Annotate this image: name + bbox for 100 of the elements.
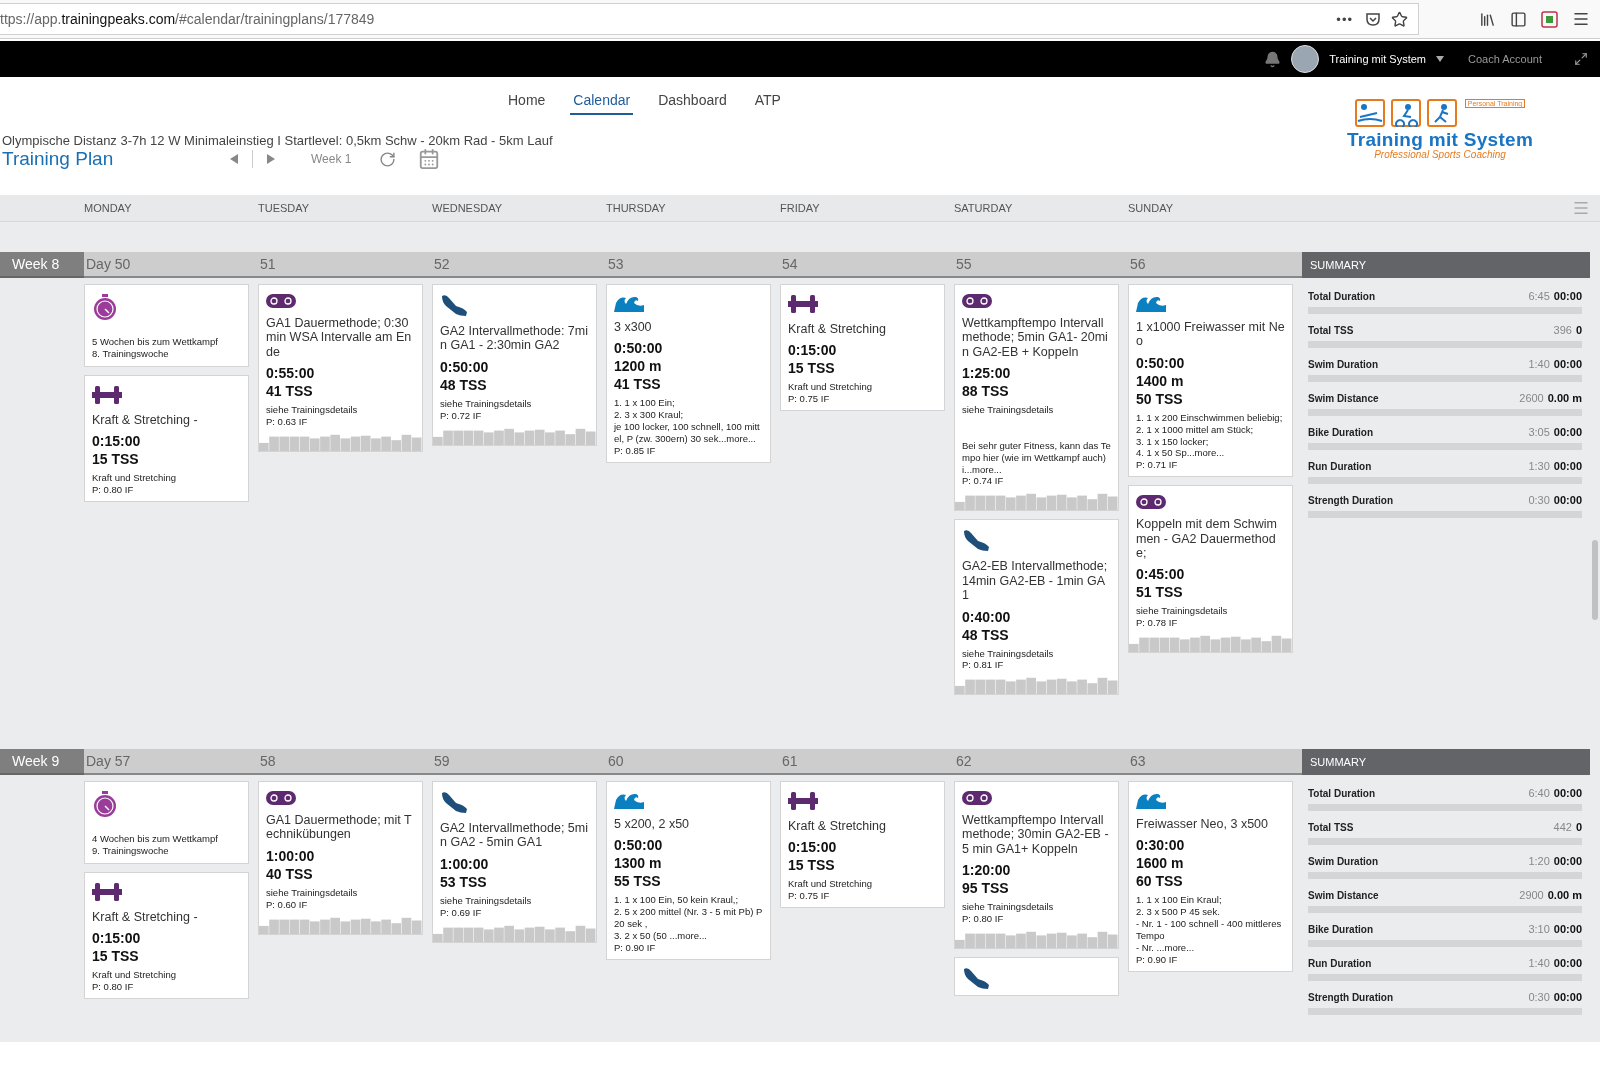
- weekday-header: SUNDAY: [1128, 202, 1175, 214]
- notification-bell-icon[interactable]: [1264, 50, 1282, 68]
- workout-tss: 55 TSS: [614, 873, 662, 890]
- account-link[interactable]: Coach Account: [1468, 53, 1542, 65]
- shoe-icon: [962, 967, 990, 989]
- sport-figure-icon: [1390, 99, 1421, 127]
- workout-tss: 50 TSS: [1136, 390, 1184, 407]
- menu-icon[interactable]: [1572, 10, 1590, 28]
- completed-value: 00:00: [1553, 787, 1582, 799]
- workout-duration: 0:50:00: [1136, 354, 1186, 371]
- workout-tss: 48 TSS: [962, 626, 1010, 643]
- shoe-icon: [962, 529, 990, 552]
- summary-label: Total TSS: [1308, 325, 1354, 336]
- user-name[interactable]: Training mit System: [1329, 53, 1426, 65]
- next-week-icon[interactable]: [267, 154, 275, 164]
- workout-description: siehe Trainingsdetails: [266, 404, 359, 416]
- nav-tab[interactable]: Calendar: [570, 92, 634, 115]
- workout-distance: 1300 m: [614, 855, 663, 872]
- dumbbell-icon: [788, 791, 818, 811]
- previous-week-icon[interactable]: [230, 154, 238, 164]
- workout-card[interactable]: Kraft & Stretching - 0:15:00 15 TSS Kraft und Stretching P: 0.80 IF: [84, 374, 249, 502]
- sport-figure-icon: [1354, 99, 1385, 127]
- workout-title: 5 x200, 2 x50: [614, 817, 691, 832]
- workout-card[interactable]: Kraft & Stretching 0:15:00 15 TSS Kraft und Stretching P: 0.75 IF: [780, 781, 945, 909]
- workout-tss: 41 TSS: [266, 383, 314, 400]
- workout-description: 1. 1 x 100 Ein Kraul; 2. 3 x 500 P 45 sek. - Nr. 1 - 100 schnell - 400 mittleres Tempo - Nr. ...more...: [1136, 894, 1283, 954]
- pocket-icon[interactable]: [1365, 11, 1381, 27]
- caret-icon[interactable]: [1436, 56, 1444, 62]
- completed-value: 0.00 m: [1547, 889, 1582, 901]
- nav-tab[interactable]: Dashboard: [655, 92, 730, 115]
- calendar-icon[interactable]: [418, 148, 441, 170]
- workout-card[interactable]: 1 x1000 Freiwasser mit Neo 0:50:00 1400 m 50 TSS 1. 1 x 200 Einschwimmen beliebig; 2. 1 x 1000 mittel am Stück; 3. 1 x 150 locker; 4. 1 x 50 Sp...more... P: 0.71 IF: [1128, 284, 1293, 478]
- completed-value: 00:00: [1553, 460, 1582, 472]
- workout-tss: 60 TSS: [1136, 873, 1184, 890]
- workout-tss: 48 TSS: [440, 376, 488, 393]
- summary-label: Total Duration: [1308, 291, 1376, 302]
- summary-title: SUMMARY: [1302, 749, 1590, 775]
- sidebar-icon[interactable]: [1510, 10, 1527, 28]
- workout-tss: 51 TSS: [1136, 584, 1184, 601]
- workout-card[interactable]: GA2 Intervallmethode: 7min GA1 - 2:30min GA2 0:50:00 48 TSS siehe Trainingsdetails P: 0.72 IF: [432, 284, 597, 446]
- completed-value: 0: [1575, 324, 1582, 336]
- workout-card[interactable]: Wettkampftempo Intervallmethode; 5min GA1- 20min GA2-EB + Koppeln 1:25:00 88 TSS siehe Trainingsdetails Bei sehr guter Fitness, kann das Tempo hier (wie im Wettkampf auch) i...more... P: 0.74 IF: [954, 284, 1119, 512]
- weekday-header: THURSDAY: [606, 202, 667, 214]
- extension-icon[interactable]: [1541, 10, 1558, 28]
- day-number: 62: [954, 749, 1128, 775]
- workout-card[interactable]: Kraft & Stretching 0:15:00 15 TSS Kraft und Stretching P: 0.75 IF: [780, 284, 945, 412]
- workout-title: Wettkampftempo Intervallmethode; 5min GA1- 20min GA2-EB + Koppeln: [962, 316, 1109, 360]
- workout-duration: 0:15:00: [92, 433, 142, 450]
- shoe-icon: [440, 791, 468, 813]
- url-field[interactable]: ttps://app.trainingpeaks.com/#calendar/trainingplans/177849 •••: [0, 3, 1419, 35]
- workout-duration: 0:15:00: [788, 342, 838, 359]
- workout-description: 1. 1 x 200 Einschwimmen beliebig; 2. 1 x 1000 mittel am Stück; 3. 1 x 150 locker; 4. 1 x 50 Sp...more...: [1136, 411, 1284, 460]
- intensity-factor: P: 0.63 IF: [266, 416, 309, 427]
- day-number: 53: [606, 252, 780, 278]
- workout-description: Kraft und Stretching: [788, 381, 873, 394]
- chain-link-icon: [266, 294, 296, 308]
- nav-tab[interactable]: ATP: [751, 92, 784, 115]
- avatar[interactable]: [1291, 45, 1320, 73]
- stopwatch-icon: [92, 791, 118, 819]
- workout-title: Freiwasser Neo, 3 x500: [1136, 817, 1269, 832]
- workout-description: siehe Trainingsdetails: [962, 647, 1055, 660]
- summary-label: Total Duration: [1308, 788, 1376, 799]
- workout-title: GA2-EB Intervallmethode; 14min GA2-EB - 1min GA1: [962, 559, 1109, 603]
- workout-duration: 0:40:00: [962, 608, 1012, 625]
- chain-link-icon: [1136, 495, 1166, 510]
- more-actions-button[interactable]: •••: [1336, 11, 1353, 27]
- event-card[interactable]: 5 Wochen bis zum Wettkampf 8. Trainingswoche: [84, 284, 249, 367]
- week-label: Week 1: [311, 152, 352, 166]
- workout-tss: 15 TSS: [92, 948, 140, 965]
- event-card[interactable]: 4 Wochen bis zum Wettkampf 9. Trainingswoche: [84, 781, 249, 864]
- workout-card[interactable]: Koppeln mit dem Schwimmen - GA2 Dauermethode; 0:45:00 51 TSS siehe Trainingsdetails P: 0.78 IF: [1128, 485, 1293, 654]
- nav-tab[interactable]: Home: [505, 92, 549, 115]
- bookmark-star-icon[interactable]: [1391, 10, 1408, 28]
- workout-card[interactable]: [954, 957, 1119, 996]
- workout-card[interactable]: GA2-EB Intervallmethode; 14min GA2-EB - 1min GA1 0:40:00 48 TSS siehe Trainingsdetails P: 0.81 IF: [954, 519, 1119, 696]
- scrollbar-thumb[interactable]: [1592, 540, 1598, 620]
- workout-title: Kraft & Stretching -: [92, 909, 199, 925]
- workout-card[interactable]: GA2 Intervallmethode; 5min GA2 - 5min GA1 1:00:00 53 TSS siehe Trainingsdetails P: 0.69 IF: [432, 781, 597, 943]
- workout-title: Wettkampftempo Intervallmethode; 30min GA2-EB - 5 min GA1+ Koppeln: [962, 813, 1110, 857]
- refresh-icon[interactable]: [379, 150, 397, 168]
- workout-card[interactable]: Wettkampftempo Intervallmethode; 30min GA2-EB - 5 min GA1+ Koppeln 1:20:00 95 TSS siehe Trainingsdetails P: 0.80 IF: [954, 781, 1119, 949]
- workout-card[interactable]: Freiwasser Neo, 3 x500 0:30:00 1600 m 60 TSS 1. 1 x 100 Ein Kraul; 2. 3 x 500 P 45 sek. - Nr. 1 - 100 schnell - 400 mittleres Tempo - Nr. ...more... P: 0.90 IF: [1128, 781, 1293, 972]
- workout-duration: 1:20:00: [962, 862, 1012, 879]
- library-icon[interactable]: [1479, 10, 1496, 28]
- workout-card[interactable]: GA1 Dauermethode; 0:30min WSA Intervalle am Ende 0:55:00 41 TSS siehe Trainingsdetails P: 0.63 IF: [258, 284, 423, 452]
- expand-icon[interactable]: [1574, 52, 1588, 66]
- planned-value: 1:40: [1528, 957, 1550, 969]
- workout-tss: 15 TSS: [788, 360, 836, 377]
- intensity-factor: P: 0.72 IF: [440, 409, 483, 421]
- planned-value: 1:40: [1528, 358, 1550, 370]
- week-number: Week 9: [0, 749, 84, 775]
- day-number: 63: [1128, 749, 1302, 775]
- workout-tss: 15 TSS: [92, 451, 140, 468]
- dumbbell-icon: [92, 881, 122, 902]
- intensity-factor: P: 0.90 IF: [614, 941, 657, 953]
- workout-card[interactable]: 3 x300 0:50:00 1200 m 41 TSS 1. 1 x 100 Ein; 2. 3 x 300 Kraul; je 100 locker, 100 schnell, 100 mittel, P (zw. 300ern) 30 sek...more... P: 0.85 IF: [606, 284, 771, 463]
- workout-card[interactable]: 5 x200, 2 x50 0:50:00 1300 m 55 TSS 1. 1 x 100 Ein, 50 kein Kraul,; 2. 5 x 200 mittel (Nr. 3 - 5 mit Pb) P 20 sek , 3. 2 x 50 (50 ...more... P: 0.90 IF: [606, 781, 771, 960]
- completed-value: 00:00: [1553, 991, 1582, 1003]
- workout-card[interactable]: GA1 Dauermethode; mit Technikübungen 1:00:00 40 TSS siehe Trainingsdetails P: 0.60 IF: [258, 781, 423, 935]
- workout-card[interactable]: Kraft & Stretching - 0:15:00 15 TSS Kraft und Stretching P: 0.80 IF: [84, 871, 249, 999]
